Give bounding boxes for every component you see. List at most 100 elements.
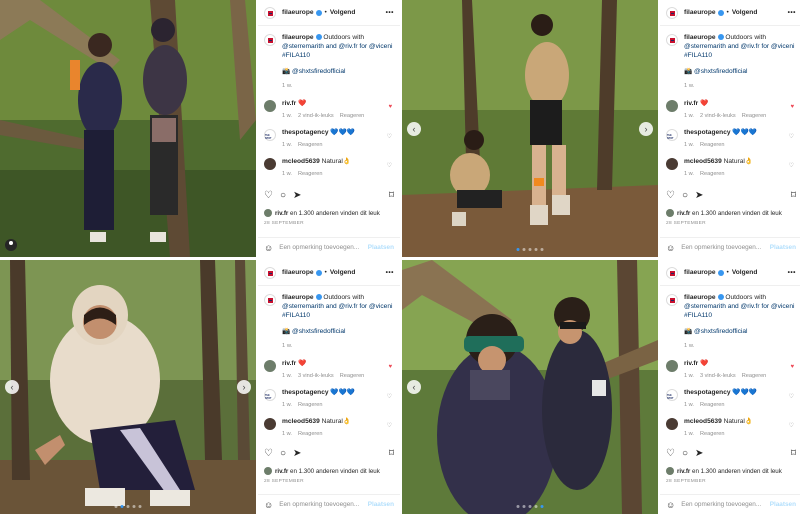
- post-username[interactable]: filaeurope: [684, 9, 716, 16]
- commenter-avatar[interactable]: [666, 418, 678, 430]
- share-icon[interactable]: ➤: [695, 448, 703, 459]
- caption-line-2[interactable]: @sterremarith and @riv.fr for @viceni: [684, 42, 794, 51]
- next-image-button[interactable]: ›: [237, 380, 251, 394]
- previous-image-button[interactable]: ‹: [407, 380, 421, 394]
- reply-button[interactable]: Reageren: [742, 373, 767, 379]
- more-options-icon[interactable]: •••: [386, 269, 394, 276]
- emoji-icon[interactable]: ☺: [666, 243, 675, 253]
- comment-like-heart-icon[interactable]: ♥: [388, 104, 392, 110]
- reply-button[interactable]: Reageren: [340, 373, 365, 379]
- comment-input[interactable]: Een opmerking toevoegen...: [279, 501, 368, 508]
- comment-like-heart-icon[interactable]: ♡: [789, 133, 794, 140]
- commenter-avatar[interactable]: [264, 100, 276, 112]
- comment-username[interactable]: mcleod5639: [282, 158, 320, 165]
- comment-input[interactable]: Een opmerking toevoegen...: [681, 244, 770, 251]
- caption-avatar[interactable]: [264, 294, 276, 306]
- reply-button[interactable]: Reageren: [700, 431, 725, 437]
- commenter-avatar[interactable]: [264, 360, 276, 372]
- like-heart-icon[interactable]: ♡: [666, 190, 675, 201]
- fila-logo-avatar[interactable]: [666, 6, 678, 19]
- comment-username[interactable]: riv.fr: [684, 360, 698, 367]
- comment-username[interactable]: mcleod5639: [684, 158, 722, 165]
- comment-username[interactable]: mcleod5639: [684, 418, 722, 425]
- previous-image-button[interactable]: ‹: [5, 380, 19, 394]
- follow-button[interactable]: Volgend: [330, 269, 356, 276]
- comment-likes[interactable]: 2 vind-ik-leuks: [700, 113, 736, 119]
- post-photo[interactable]: ‹ ›: [402, 0, 658, 257]
- comment-input[interactable]: Een opmerking toevoegen...: [279, 244, 368, 251]
- comment-like-heart-icon[interactable]: ♡: [387, 422, 392, 429]
- tagged-users-icon[interactable]: [5, 239, 17, 251]
- liked-by-user[interactable]: riv.fr: [275, 210, 288, 217]
- comment-likes[interactable]: 3 vind-ik-leuks: [700, 373, 736, 379]
- caption-avatar[interactable]: [666, 294, 678, 306]
- save-bookmark-icon[interactable]: ⌑: [791, 190, 796, 201]
- reply-button[interactable]: Reageren: [298, 402, 323, 408]
- comment-like-heart-icon[interactable]: ♥: [388, 364, 392, 370]
- post-photo[interactable]: ‹ ›: [0, 260, 256, 514]
- reply-button[interactable]: Reageren: [298, 431, 323, 437]
- post-photo[interactable]: [0, 0, 256, 257]
- commenter-avatar[interactable]: [264, 158, 276, 170]
- comment-like-heart-icon[interactable]: ♥: [790, 104, 794, 110]
- post-comment-button[interactable]: Plaatsen: [770, 244, 796, 251]
- follow-button[interactable]: Volgend: [732, 9, 758, 16]
- post-comment-button[interactable]: Plaatsen: [368, 501, 394, 508]
- save-bookmark-icon[interactable]: ⌑: [389, 190, 394, 201]
- fila-logo-avatar[interactable]: [666, 266, 678, 279]
- commenter-avatar[interactable]: [666, 129, 678, 141]
- commenter-avatar[interactable]: [264, 129, 276, 141]
- like-heart-icon[interactable]: ♡: [264, 190, 273, 201]
- share-icon[interactable]: ➤: [293, 448, 301, 459]
- fila-logo-avatar[interactable]: [264, 266, 276, 279]
- comment-icon[interactable]: ○: [280, 190, 286, 201]
- caption-hashtag[interactable]: #FILA110: [282, 311, 392, 320]
- caption-username[interactable]: filaeurope: [684, 294, 716, 301]
- comment-username[interactable]: thespotagency: [684, 389, 731, 396]
- comment-like-heart-icon[interactable]: ♡: [387, 162, 392, 169]
- comment-username[interactable]: riv.fr: [282, 100, 296, 107]
- commenter-avatar[interactable]: [264, 389, 276, 401]
- caption-hashtag[interactable]: #FILA110: [282, 51, 392, 60]
- comment-likes[interactable]: 2 vind-ik-leuks: [298, 113, 334, 119]
- caption-photographer[interactable]: 📸 @shxtsfiredofficial: [684, 67, 794, 76]
- like-heart-icon[interactable]: ♡: [666, 448, 675, 459]
- liked-by-user[interactable]: riv.fr: [275, 468, 288, 475]
- caption-username[interactable]: filaeurope: [282, 34, 314, 41]
- post-username[interactable]: filaeurope: [684, 269, 716, 276]
- comment-username[interactable]: thespotagency: [282, 129, 329, 136]
- emoji-icon[interactable]: ☺: [666, 500, 675, 510]
- caption-username[interactable]: filaeurope: [684, 34, 716, 41]
- reply-button[interactable]: Reageren: [340, 113, 365, 119]
- save-bookmark-icon[interactable]: ⌑: [389, 448, 394, 459]
- reply-button[interactable]: Reageren: [298, 142, 323, 148]
- post-username[interactable]: filaeurope: [282, 9, 314, 16]
- caption-line-2[interactable]: @sterremarith and @riv.fr for @viceni: [684, 302, 794, 311]
- liked-by-user[interactable]: riv.fr: [677, 468, 690, 475]
- comment-like-heart-icon[interactable]: ♡: [789, 393, 794, 400]
- next-image-button[interactable]: ›: [639, 121, 653, 136]
- comment-likes[interactable]: 3 vind-ik-leuks: [298, 373, 334, 379]
- commenter-avatar[interactable]: [666, 100, 678, 112]
- emoji-icon[interactable]: ☺: [264, 500, 273, 510]
- post-comment-button[interactable]: Plaatsen: [770, 501, 796, 508]
- post-comment-button[interactable]: Plaatsen: [368, 244, 394, 251]
- comment-icon[interactable]: ○: [280, 448, 286, 459]
- caption-avatar[interactable]: [666, 34, 678, 46]
- comment-username[interactable]: thespotagency: [684, 129, 731, 136]
- like-heart-icon[interactable]: ♡: [264, 448, 273, 459]
- comment-input[interactable]: Een opmerking toevoegen...: [681, 501, 770, 508]
- likes-count-text[interactable]: en 1.300 anderen vinden dit leuk: [692, 468, 782, 475]
- more-options-icon[interactable]: •••: [788, 269, 796, 276]
- caption-photographer[interactable]: 📸 @shxtsfiredofficial: [282, 327, 392, 336]
- caption-photographer[interactable]: 📸 @shxtsfiredofficial: [282, 67, 392, 76]
- comment-icon[interactable]: ○: [682, 190, 688, 201]
- comment-icon[interactable]: ○: [682, 448, 688, 459]
- commenter-avatar[interactable]: [666, 158, 678, 170]
- emoji-icon[interactable]: ☺: [264, 243, 273, 253]
- comment-like-heart-icon[interactable]: ♡: [387, 133, 392, 140]
- follow-button[interactable]: Volgend: [732, 269, 758, 276]
- post-username[interactable]: filaeurope: [282, 269, 314, 276]
- share-icon[interactable]: ➤: [293, 190, 301, 201]
- caption-line-2[interactable]: @sterremarith and @riv.fr for @viceni: [282, 42, 392, 51]
